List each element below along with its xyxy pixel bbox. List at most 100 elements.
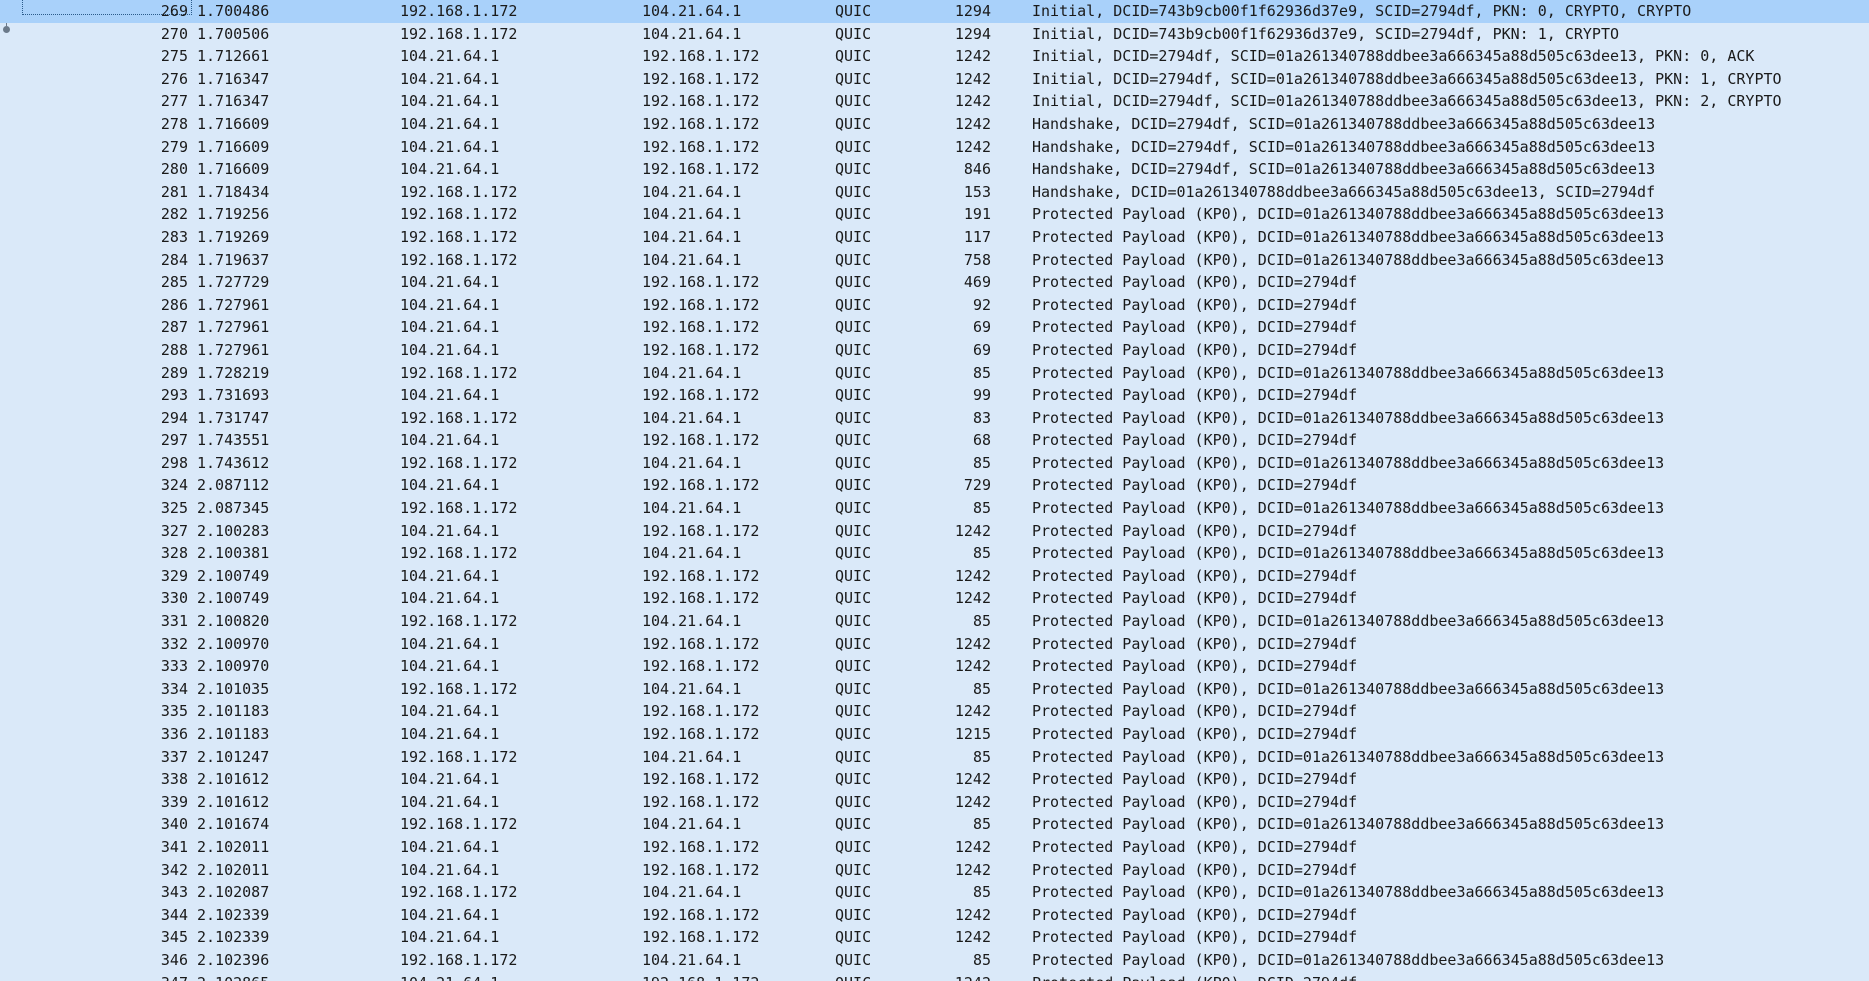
packet-row[interactable]: 294 1.731747 192.168.1.172 104.21.64.1 Q… xyxy=(0,407,1869,430)
packet-row[interactable]: 298 1.743612 192.168.1.172 104.21.64.1 Q… xyxy=(0,452,1869,475)
packet-number: 324 xyxy=(160,476,188,495)
packet-row[interactable]: 283 1.719269 192.168.1.172 104.21.64.1 Q… xyxy=(0,226,1869,249)
packet-row[interactable]: 331 2.100820 192.168.1.172 104.21.64.1 Q… xyxy=(0,610,1869,633)
packet-row[interactable]: 281 1.718434 192.168.1.172 104.21.64.1 Q… xyxy=(0,181,1869,204)
packet-protocol: QUIC xyxy=(835,883,872,902)
packet-protocol: QUIC xyxy=(835,250,872,269)
packet-row[interactable]: 297 1.743551 104.21.64.1 192.168.1.172 Q… xyxy=(0,429,1869,452)
packet-info: Handshake, DCID=2794df, SCID=01a26134078… xyxy=(1032,160,1656,179)
packet-row[interactable]: 278 1.716609 104.21.64.1 192.168.1.172 Q… xyxy=(0,113,1869,136)
packet-row[interactable]: 287 1.727961 104.21.64.1 192.168.1.172 Q… xyxy=(0,316,1869,339)
packet-row[interactable]: 282 1.719256 192.168.1.172 104.21.64.1 Q… xyxy=(0,203,1869,226)
packet-protocol: QUIC xyxy=(835,363,872,382)
packet-number: 341 xyxy=(160,837,188,856)
packet-source: 104.21.64.1 xyxy=(400,476,500,495)
packet-row[interactable]: 288 1.727961 104.21.64.1 192.168.1.172 Q… xyxy=(0,339,1869,362)
packet-row[interactable]: 289 1.728219 192.168.1.172 104.21.64.1 Q… xyxy=(0,362,1869,385)
packet-row[interactable]: 270 1.700506 192.168.1.172 104.21.64.1 Q… xyxy=(0,23,1869,46)
packet-row[interactable]: 286 1.727961 104.21.64.1 192.168.1.172 Q… xyxy=(0,294,1869,317)
packet-info: Protected Payload (KP0), DCID=2794df xyxy=(1032,792,1358,811)
packet-row[interactable]: 328 2.100381 192.168.1.172 104.21.64.1 Q… xyxy=(0,542,1869,565)
packet-row[interactable]: 269 1.700486 192.168.1.172 104.21.64.1 Q… xyxy=(0,0,1869,23)
packet-row[interactable]: 332 2.100970 104.21.64.1 192.168.1.172 Q… xyxy=(0,633,1869,656)
packet-row[interactable]: 346 2.102396 192.168.1.172 104.21.64.1 Q… xyxy=(0,949,1869,972)
packet-destination: 192.168.1.172 xyxy=(642,69,760,88)
packet-time: 1.728219 xyxy=(197,363,270,382)
packet-info: Protected Payload (KP0), DCID=01a2613407… xyxy=(1032,679,1665,698)
packet-info: Protected Payload (KP0), DCID=2794df xyxy=(1032,431,1358,450)
packet-time: 2.100970 xyxy=(197,634,270,653)
packet-info: Protected Payload (KP0), DCID=2794df xyxy=(1032,340,1358,359)
packet-destination: 192.168.1.172 xyxy=(642,92,760,111)
packet-rows: 269 1.700486 192.168.1.172 104.21.64.1 Q… xyxy=(0,0,1869,981)
packet-row[interactable]: 338 2.101612 104.21.64.1 192.168.1.172 Q… xyxy=(0,768,1869,791)
packet-row[interactable]: 345 2.102339 104.21.64.1 192.168.1.172 Q… xyxy=(0,926,1869,949)
packet-row[interactable]: 324 2.087112 104.21.64.1 192.168.1.172 Q… xyxy=(0,474,1869,497)
packet-source: 192.168.1.172 xyxy=(400,544,518,563)
packet-row[interactable]: 293 1.731693 104.21.64.1 192.168.1.172 Q… xyxy=(0,384,1869,407)
packet-row[interactable]: 330 2.100749 104.21.64.1 192.168.1.172 Q… xyxy=(0,587,1869,610)
packet-row[interactable]: 336 2.101183 104.21.64.1 192.168.1.172 Q… xyxy=(0,723,1869,746)
packet-row[interactable]: 277 1.716347 104.21.64.1 192.168.1.172 Q… xyxy=(0,90,1869,113)
packet-row[interactable]: 333 2.100970 104.21.64.1 192.168.1.172 Q… xyxy=(0,655,1869,678)
packet-row[interactable]: 343 2.102087 192.168.1.172 104.21.64.1 Q… xyxy=(0,881,1869,904)
packet-row[interactable]: 334 2.101035 192.168.1.172 104.21.64.1 Q… xyxy=(0,678,1869,701)
packet-destination: 192.168.1.172 xyxy=(642,905,760,924)
packet-info: Protected Payload (KP0), DCID=01a2613407… xyxy=(1032,612,1665,631)
packet-row[interactable]: 279 1.716609 104.21.64.1 192.168.1.172 Q… xyxy=(0,136,1869,159)
packet-info: Protected Payload (KP0), DCID=01a2613407… xyxy=(1032,453,1665,472)
packet-list[interactable]: 269 1.700486 192.168.1.172 104.21.64.1 Q… xyxy=(0,0,1869,981)
packet-destination: 192.168.1.172 xyxy=(642,295,760,314)
packet-row[interactable]: 327 2.100283 104.21.64.1 192.168.1.172 Q… xyxy=(0,520,1869,543)
packet-length: 469 xyxy=(963,273,991,292)
packet-destination: 192.168.1.172 xyxy=(642,137,760,156)
packet-protocol: QUIC xyxy=(835,702,872,721)
packet-row[interactable]: 284 1.719637 192.168.1.172 104.21.64.1 Q… xyxy=(0,249,1869,272)
packet-time: 1.727961 xyxy=(197,340,270,359)
packet-row[interactable]: 276 1.716347 104.21.64.1 192.168.1.172 Q… xyxy=(0,68,1869,91)
packet-source: 104.21.64.1 xyxy=(400,566,500,585)
packet-destination: 104.21.64.1 xyxy=(642,205,742,224)
packet-number: 327 xyxy=(160,521,188,540)
packet-info: Protected Payload (KP0), DCID=2794df xyxy=(1032,273,1358,292)
packet-row[interactable]: 340 2.101674 192.168.1.172 104.21.64.1 Q… xyxy=(0,813,1869,836)
packet-length: 68 xyxy=(972,431,991,450)
packet-destination: 192.168.1.172 xyxy=(642,792,760,811)
packet-source: 104.21.64.1 xyxy=(400,837,500,856)
packet-number: 342 xyxy=(160,860,188,879)
packet-time: 2.101035 xyxy=(197,679,270,698)
packet-info: Protected Payload (KP0), DCID=01a2613407… xyxy=(1032,205,1665,224)
packet-source: 104.21.64.1 xyxy=(400,521,500,540)
packet-number: 287 xyxy=(160,318,188,337)
packet-row[interactable]: 325 2.087345 192.168.1.172 104.21.64.1 Q… xyxy=(0,497,1869,520)
packet-row[interactable]: 342 2.102011 104.21.64.1 192.168.1.172 Q… xyxy=(0,859,1869,882)
packet-row[interactable]: 347 2.102865 104.21.64.1 192.168.1.172 Q… xyxy=(0,972,1869,981)
packet-number: 269 xyxy=(160,2,188,20)
packet-number: 277 xyxy=(160,92,188,111)
packet-protocol: QUIC xyxy=(835,612,872,631)
packet-source: 104.21.64.1 xyxy=(400,114,500,133)
packet-row[interactable]: 329 2.100749 104.21.64.1 192.168.1.172 Q… xyxy=(0,565,1869,588)
packet-length: 1242 xyxy=(954,589,991,608)
packet-protocol: QUIC xyxy=(835,386,872,405)
packet-row[interactable]: 337 2.101247 192.168.1.172 104.21.64.1 Q… xyxy=(0,746,1869,769)
packet-number: 339 xyxy=(160,792,188,811)
packet-time: 1.731693 xyxy=(197,386,270,405)
packet-info: Protected Payload (KP0), DCID=2794df xyxy=(1032,928,1358,947)
packet-row[interactable]: 280 1.716609 104.21.64.1 192.168.1.172 Q… xyxy=(0,158,1869,181)
packet-row[interactable]: 344 2.102339 104.21.64.1 192.168.1.172 Q… xyxy=(0,904,1869,927)
packet-row[interactable]: 339 2.101612 104.21.64.1 192.168.1.172 Q… xyxy=(0,791,1869,814)
packet-info: Protected Payload (KP0), DCID=2794df xyxy=(1032,566,1358,585)
packet-row[interactable]: 341 2.102011 104.21.64.1 192.168.1.172 Q… xyxy=(0,836,1869,859)
packet-info: Initial, DCID=743b9cb00f1f62936d37e9, SC… xyxy=(1032,24,1619,43)
packet-protocol: QUIC xyxy=(835,69,872,88)
packet-info: Protected Payload (KP0), DCID=2794df xyxy=(1032,476,1358,495)
packet-number: 333 xyxy=(160,657,188,676)
packet-row[interactable]: 285 1.727729 104.21.64.1 192.168.1.172 Q… xyxy=(0,271,1869,294)
packet-row[interactable]: 275 1.712661 104.21.64.1 192.168.1.172 Q… xyxy=(0,45,1869,68)
packet-info: Handshake, DCID=01a261340788ddbee3a66634… xyxy=(1032,182,1656,201)
packet-source: 192.168.1.172 xyxy=(400,679,518,698)
packet-length: 85 xyxy=(972,453,991,472)
packet-protocol: QUIC xyxy=(835,634,872,653)
packet-row[interactable]: 335 2.101183 104.21.64.1 192.168.1.172 Q… xyxy=(0,700,1869,723)
